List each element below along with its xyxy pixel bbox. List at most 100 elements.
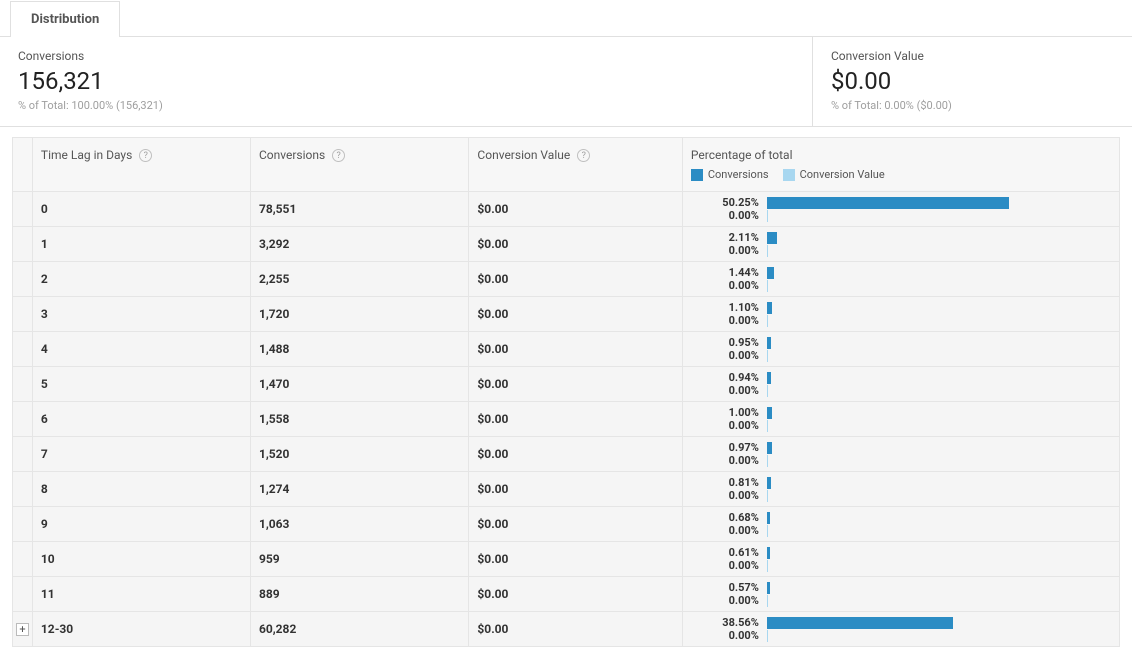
bar-conversion-value bbox=[767, 490, 768, 502]
legend-swatch-conversion-value bbox=[783, 169, 795, 181]
legend-conversions-label: Conversions bbox=[708, 168, 769, 181]
cell-conversion-value: $0.00 bbox=[469, 542, 682, 577]
col-time-lag-header[interactable]: Time Lag in Days ? bbox=[32, 138, 250, 192]
bar-conversion-value bbox=[767, 245, 768, 257]
cell-percentage: 1.10%0.00% bbox=[682, 297, 1119, 332]
cell-time-lag: 6 bbox=[32, 402, 250, 437]
cell-percentage: 38.56%0.00% bbox=[682, 612, 1119, 647]
bar-conversions bbox=[767, 442, 772, 454]
bar-conversions bbox=[767, 197, 1010, 209]
legend-swatch-conversions bbox=[691, 169, 703, 181]
bar-conversions bbox=[767, 407, 772, 419]
cell-time-lag: 8 bbox=[32, 472, 250, 507]
summary-conversion-value-label: Conversion Value bbox=[831, 49, 1114, 63]
bar-conversions bbox=[767, 477, 771, 489]
cell-conversion-value: $0.00 bbox=[469, 577, 682, 612]
pct-conversion-value-label: 0.00% bbox=[691, 209, 759, 222]
pct-conversions-label: 0.94% bbox=[691, 371, 759, 384]
cell-conversion-value: $0.00 bbox=[469, 262, 682, 297]
bar-conversion-value bbox=[767, 315, 768, 327]
cell-conversions: 78,551 bbox=[250, 192, 468, 227]
pct-conversions-label: 1.44% bbox=[691, 266, 759, 279]
pct-conversions-label: 0.61% bbox=[691, 546, 759, 559]
cell-percentage: 0.95%0.00% bbox=[682, 332, 1119, 367]
pct-conversion-value-label: 0.00% bbox=[691, 279, 759, 292]
bar-conversion-value bbox=[767, 385, 768, 397]
summary-conversions-sub: % of Total: 100.00% (156,321) bbox=[18, 99, 794, 112]
cell-percentage: 1.44%0.00% bbox=[682, 262, 1119, 297]
col-conversion-value-label: Conversion Value bbox=[477, 148, 570, 162]
cell-time-lag: 11 bbox=[32, 577, 250, 612]
summary-conversions: Conversions 156,321 % of Total: 100.00% … bbox=[0, 37, 812, 126]
tab-distribution[interactable]: Distribution bbox=[10, 1, 120, 37]
bar-conversion-value bbox=[767, 455, 768, 467]
cell-percentage: 0.68%0.00% bbox=[682, 507, 1119, 542]
cell-time-lag: 7 bbox=[32, 437, 250, 472]
cell-percentage: 2.11%0.00% bbox=[682, 227, 1119, 262]
tabs: Distribution bbox=[0, 0, 1132, 37]
table-row: 22,255$0.001.44%0.00% bbox=[13, 262, 1120, 297]
summary-conversions-value: 156,321 bbox=[18, 67, 794, 95]
pct-conversion-value-label: 0.00% bbox=[691, 594, 759, 607]
summary-conversion-value-value: $0.00 bbox=[831, 67, 1114, 95]
legend-conversion-value: Conversion Value bbox=[783, 168, 885, 181]
cell-conversion-value: $0.00 bbox=[469, 402, 682, 437]
pct-conversion-value-label: 0.00% bbox=[691, 559, 759, 572]
pct-conversion-value-label: 0.00% bbox=[691, 629, 759, 642]
cell-conversions: 1,720 bbox=[250, 297, 468, 332]
bar-conversion-value bbox=[767, 525, 768, 537]
cell-time-lag: 5 bbox=[32, 367, 250, 402]
cell-time-lag: 3 bbox=[32, 297, 250, 332]
pct-conversions-label: 0.68% bbox=[691, 511, 759, 524]
pct-conversions-label: 38.56% bbox=[691, 616, 759, 629]
help-icon[interactable]: ? bbox=[577, 149, 590, 162]
expand-cell[interactable]: + bbox=[13, 612, 33, 647]
cell-conversions: 1,488 bbox=[250, 332, 468, 367]
table-row: 078,551$0.0050.25%0.00% bbox=[13, 192, 1120, 227]
cell-conversion-value: $0.00 bbox=[469, 612, 682, 647]
bar-conversion-value bbox=[767, 420, 768, 432]
cell-time-lag: 9 bbox=[32, 507, 250, 542]
cell-conversion-value: $0.00 bbox=[469, 227, 682, 262]
pct-conversions-label: 0.81% bbox=[691, 476, 759, 489]
cell-conversions: 1,558 bbox=[250, 402, 468, 437]
summary-conversions-label: Conversions bbox=[18, 49, 794, 63]
pct-conversion-value-label: 0.00% bbox=[691, 244, 759, 257]
bar-conversions bbox=[767, 582, 770, 594]
bar-conversion-value bbox=[767, 595, 768, 607]
summary-row: Conversions 156,321 % of Total: 100.00% … bbox=[0, 37, 1132, 127]
col-conversions-label: Conversions bbox=[259, 148, 325, 162]
bar-conversions bbox=[767, 372, 772, 384]
pct-conversion-value-label: 0.00% bbox=[691, 314, 759, 327]
help-icon[interactable]: ? bbox=[332, 149, 345, 162]
expand-cell bbox=[13, 542, 33, 577]
cell-time-lag: 10 bbox=[32, 542, 250, 577]
col-time-lag-label: Time Lag in Days bbox=[41, 148, 132, 162]
cell-time-lag: 0 bbox=[32, 192, 250, 227]
cell-conversion-value: $0.00 bbox=[469, 472, 682, 507]
pct-conversions-label: 0.57% bbox=[691, 581, 759, 594]
expand-icon[interactable]: + bbox=[16, 623, 29, 636]
pct-conversion-value-label: 0.00% bbox=[691, 384, 759, 397]
pct-conversions-label: 0.97% bbox=[691, 441, 759, 454]
col-conversion-value-header[interactable]: Conversion Value ? bbox=[469, 138, 682, 192]
table-row: 31,720$0.001.10%0.00% bbox=[13, 297, 1120, 332]
cell-conversions: 60,282 bbox=[250, 612, 468, 647]
bar-conversions bbox=[767, 302, 772, 314]
pct-conversions-label: 50.25% bbox=[691, 196, 759, 209]
cell-conversions: 3,292 bbox=[250, 227, 468, 262]
col-conversions-header[interactable]: Conversions ? bbox=[250, 138, 468, 192]
cell-percentage: 0.97%0.00% bbox=[682, 437, 1119, 472]
bar-conversions bbox=[767, 337, 772, 349]
help-icon[interactable]: ? bbox=[139, 149, 152, 162]
legend: Conversions Conversion Value bbox=[691, 168, 1111, 181]
pct-conversions-label: 1.10% bbox=[691, 301, 759, 314]
table-row: 71,520$0.000.97%0.00% bbox=[13, 437, 1120, 472]
col-percentage-label: Percentage of total bbox=[691, 148, 793, 162]
cell-percentage: 1.00%0.00% bbox=[682, 402, 1119, 437]
table-row: 81,274$0.000.81%0.00% bbox=[13, 472, 1120, 507]
pct-conversion-value-label: 0.00% bbox=[691, 349, 759, 362]
expand-cell bbox=[13, 507, 33, 542]
col-percentage-header: Percentage of total Conversions Conversi… bbox=[682, 138, 1119, 192]
expand-cell bbox=[13, 262, 33, 297]
